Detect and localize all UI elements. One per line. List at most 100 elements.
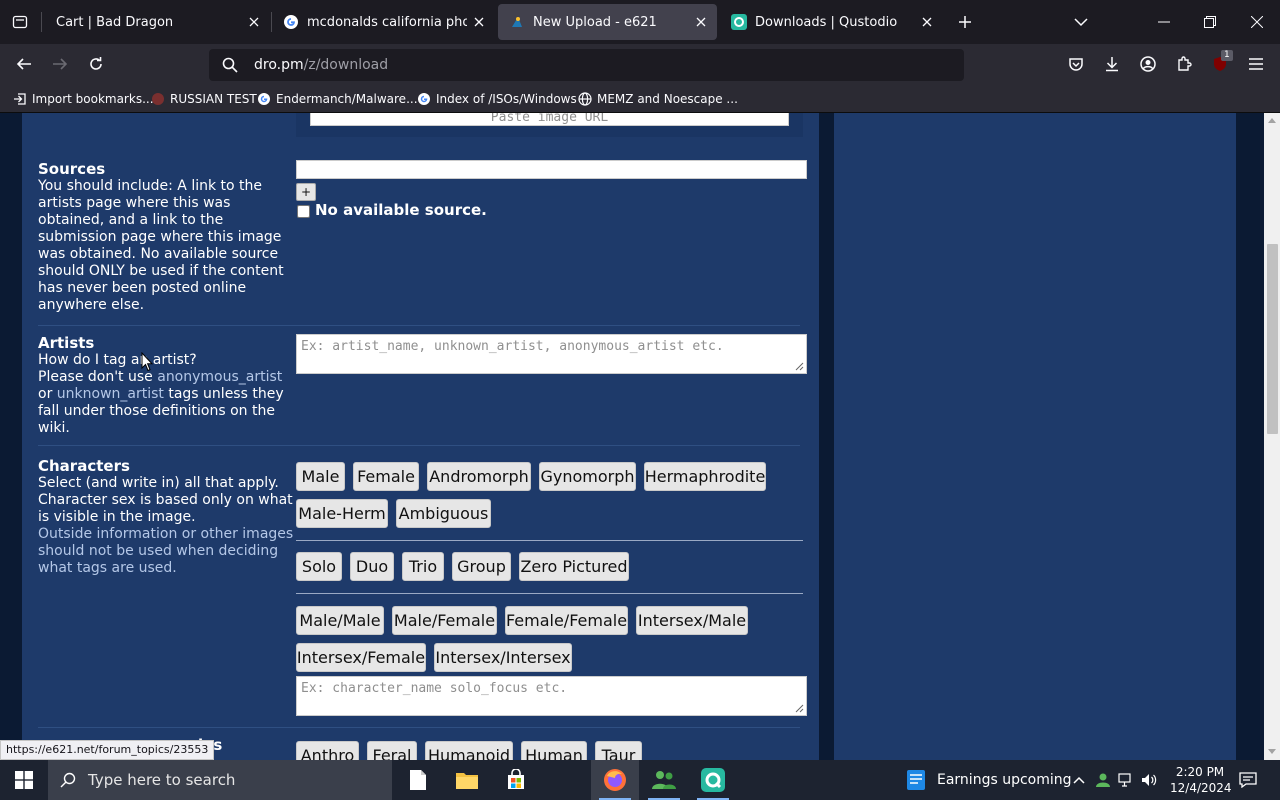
- navigation-toolbar: dro.pm/z/download 1: [0, 44, 1280, 85]
- tag-button-hermaphrodite[interactable]: Hermaphrodite: [644, 462, 766, 491]
- tag-button-zero-pictured[interactable]: Zero Pictured: [519, 552, 629, 581]
- taskbar-search-placeholder: Type here to search: [88, 771, 236, 789]
- bookmark-import[interactable]: Import bookmarks...: [12, 90, 154, 108]
- image-url-input[interactable]: Paste image URL: [310, 113, 789, 126]
- taskbar-app-firefox[interactable]: [591, 760, 639, 800]
- forward-button[interactable]: [44, 48, 76, 80]
- firefox-view-button[interactable]: [0, 0, 40, 44]
- artists-textarea[interactable]: Ex: artist_name, unknown_artist, anonymo…: [296, 334, 807, 374]
- pocket-button[interactable]: [1060, 48, 1092, 80]
- list-all-tabs-button[interactable]: [1066, 6, 1096, 38]
- bookmark-isos-windows[interactable]: Index of /ISOs/Windows: [416, 90, 577, 108]
- taskbar-search-box[interactable]: Type here to search: [48, 760, 392, 800]
- taskbar-app-file-explorer[interactable]: [443, 760, 491, 800]
- tag-button-trio[interactable]: Trio: [402, 552, 444, 581]
- tag-artist-howto: How do I tag an artist?: [38, 352, 197, 368]
- volume-icon[interactable]: [1138, 760, 1160, 800]
- google-icon: [284, 15, 298, 29]
- tag-button-intersex-intersex[interactable]: Intersex/Intersex: [434, 643, 572, 672]
- resize-grip-icon[interactable]: [794, 703, 804, 713]
- close-icon[interactable]: [471, 14, 487, 30]
- tab-google-search[interactable]: mcdonalds california phone num: [272, 4, 495, 40]
- no-source-checkbox[interactable]: [297, 205, 310, 218]
- bookmark-memz-noescape[interactable]: MEMZ and Noescape ...: [577, 90, 738, 108]
- minimize-button[interactable]: [1144, 0, 1184, 44]
- tag-button-intersex-female[interactable]: Intersex/Female: [296, 643, 426, 672]
- show-hidden-icons-button[interactable]: [1069, 760, 1089, 800]
- new-tab-button[interactable]: [950, 6, 980, 38]
- taskbar-app-qustodio[interactable]: [689, 760, 737, 800]
- account-button[interactable]: [1132, 48, 1164, 80]
- add-source-button[interactable]: +: [296, 183, 316, 201]
- tag-button-solo[interactable]: Solo: [296, 552, 342, 581]
- artists-warning: Please don't use anonymous_artist or unk…: [38, 369, 294, 437]
- url-bar[interactable]: dro.pm/z/download: [209, 49, 964, 81]
- scroll-down-arrow-icon[interactable]: [1268, 749, 1276, 755]
- tag-button-human[interactable]: Human: [521, 741, 587, 760]
- taskbar-app-store[interactable]: [492, 760, 540, 800]
- extensions-button[interactable]: [1168, 48, 1200, 80]
- app-menu-button[interactable]: [1240, 48, 1272, 80]
- taskbar-app-people[interactable]: [640, 760, 688, 800]
- tab-qustodio[interactable]: Downloads | Qustodio: [720, 4, 943, 40]
- start-button[interactable]: [0, 760, 48, 800]
- scrollbar-thumb[interactable]: [1267, 244, 1278, 434]
- tray-people-icon[interactable]: [1092, 760, 1114, 800]
- unknown-artist-link[interactable]: unknown_artist: [57, 386, 164, 402]
- tag-button-feral[interactable]: Feral: [367, 741, 417, 760]
- close-icon[interactable]: [919, 14, 935, 30]
- tag-button-humanoid[interactable]: Humanoid: [425, 741, 513, 760]
- notifications-button[interactable]: [1234, 760, 1262, 800]
- taskbar-clock[interactable]: 2:20 PM 12/4/2024: [1170, 764, 1232, 796]
- taskbar-app-notepad[interactable]: [394, 760, 442, 800]
- tag-button-taur[interactable]: Taur: [595, 741, 642, 760]
- page-scrollbar[interactable]: [1264, 113, 1280, 760]
- tag-button-ambiguous[interactable]: Ambiguous: [396, 499, 491, 528]
- characters-textarea[interactable]: Ex: character_name solo_focus etc.: [296, 676, 807, 716]
- tag-button-intersex-male[interactable]: Intersex/Male: [636, 606, 748, 635]
- image-url-placeholder: Paste image URL: [490, 113, 609, 125]
- tag-button-male-female[interactable]: Male/Female: [392, 606, 497, 635]
- bookmark-label: Endermanch/Malware...: [276, 92, 418, 106]
- anonymous-artist-link[interactable]: anonymous_artist: [157, 369, 282, 385]
- store-icon: [508, 769, 524, 789]
- url-text: dro.pm/z/download: [254, 57, 388, 73]
- tab-new-upload[interactable]: New Upload - e621: [498, 4, 717, 40]
- back-button[interactable]: [8, 48, 40, 80]
- site-icon: [150, 91, 166, 107]
- ublock-extension-button[interactable]: 1: [1204, 48, 1236, 80]
- back-arrow-icon: [16, 58, 31, 70]
- tag-button-female[interactable]: Female: [353, 462, 419, 491]
- search-icon: [222, 57, 238, 73]
- source-input[interactable]: [296, 160, 807, 179]
- reload-button[interactable]: [80, 48, 112, 80]
- warning-text: Please don't use: [38, 369, 158, 385]
- url-path: /z/download: [303, 57, 389, 73]
- tag-button-gynomorph[interactable]: Gynomorph: [539, 462, 636, 491]
- tag-button-male-herm[interactable]: Male-Herm: [296, 499, 388, 528]
- tag-button-male[interactable]: Male: [296, 462, 345, 491]
- windows-taskbar: Type here to search Earnings upcoming 2:…: [0, 760, 1280, 800]
- download-icon: [1106, 57, 1118, 72]
- tag-button-male-male[interactable]: Male/Male: [296, 606, 384, 635]
- scroll-up-arrow-icon[interactable]: [1268, 117, 1276, 123]
- close-icon[interactable]: [246, 14, 262, 30]
- network-icon[interactable]: [1115, 760, 1137, 800]
- restore-button[interactable]: [1190, 0, 1230, 44]
- no-source-label[interactable]: No available source.: [315, 201, 487, 219]
- tab-cart[interactable]: Cart | Bad Dragon: [42, 4, 270, 40]
- resize-grip-icon[interactable]: [794, 361, 804, 371]
- bookmark-endermanch-malware[interactable]: Endermanch/Malware...: [256, 90, 418, 108]
- tag-button-andromorph[interactable]: Andromorph: [427, 462, 531, 491]
- tag-button-female-female[interactable]: Female/Female: [505, 606, 628, 635]
- news-widget[interactable]: Earnings upcoming: [905, 760, 1072, 800]
- close-icon[interactable]: [693, 14, 709, 30]
- downloads-button[interactable]: [1096, 48, 1128, 80]
- tag-button-anthro[interactable]: Anthro: [296, 741, 359, 760]
- tag-button-group[interactable]: Group: [452, 552, 511, 581]
- tag-button-duo[interactable]: Duo: [350, 552, 394, 581]
- close-window-button[interactable]: [1237, 0, 1277, 44]
- clock-date: 12/4/2024: [1170, 781, 1232, 795]
- close-icon: [1251, 16, 1263, 28]
- bookmark-russian-test[interactable]: RUSSIAN TEST: [150, 90, 257, 108]
